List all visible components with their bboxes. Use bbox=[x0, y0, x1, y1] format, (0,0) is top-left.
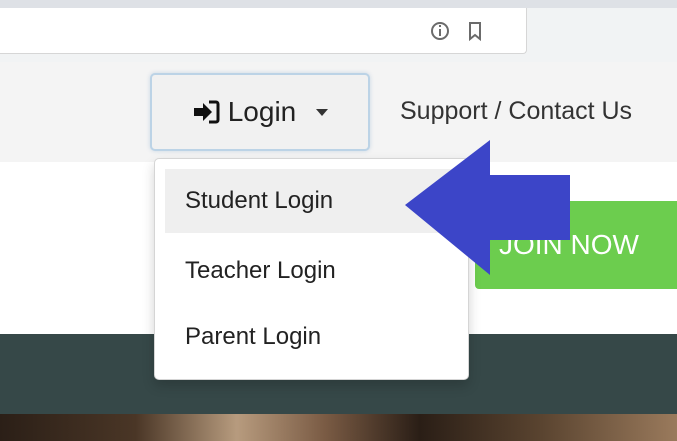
support-contact-link[interactable]: Support / Contact Us bbox=[400, 97, 632, 126]
sign-in-icon bbox=[193, 100, 220, 124]
browser-chrome bbox=[0, 0, 677, 62]
chevron-down-icon bbox=[316, 108, 329, 116]
tab-strip bbox=[0, 0, 677, 8]
login-dropdown-button[interactable]: Login bbox=[150, 73, 370, 151]
hero-photo bbox=[0, 414, 677, 441]
info-icon[interactable] bbox=[429, 20, 451, 42]
menu-item-parent-login[interactable]: Parent Login bbox=[165, 305, 458, 369]
address-bar[interactable] bbox=[0, 8, 527, 54]
bookmark-star-icon[interactable] bbox=[464, 20, 486, 42]
annotation-arrow-icon bbox=[405, 140, 570, 275]
login-button-label: Login bbox=[227, 96, 297, 127]
